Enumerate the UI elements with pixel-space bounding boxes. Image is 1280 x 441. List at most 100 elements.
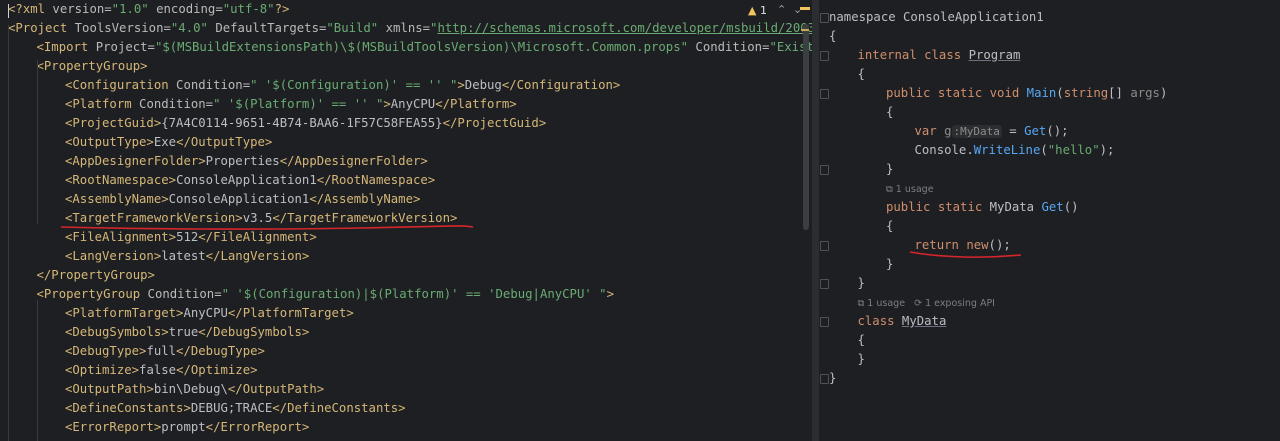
- code-token: >: [606, 287, 614, 301]
- fold-marker-icon[interactable]: [820, 374, 829, 384]
- code-token: Get: [1041, 200, 1064, 214]
- code-token: (): [1063, 200, 1079, 214]
- code-line[interactable]: <Platform Condition=" '$(Platform)' == '…: [65, 95, 517, 114]
- code-token: Condition=: [688, 40, 770, 54]
- right-editor-pane[interactable]: namespace ConsoleApplication1 { internal c…: [819, 0, 1280, 441]
- code-token: <DefineConstants>: [65, 401, 191, 415]
- code-token: <OutputPath>: [65, 382, 154, 396]
- code-line[interactable]: <?xml version="1.0" encoding="utf-8"?>: [8, 0, 289, 19]
- code-token: <Optimize>: [65, 363, 140, 377]
- code-line[interactable]: <RootNamespace>ConsoleApplication1</Root…: [65, 171, 435, 190]
- code-line[interactable]: <Import Project="$(MSBuildExtensionsPath…: [37, 38, 813, 57]
- code-token: }: [857, 352, 865, 366]
- inspection-widget[interactable]: ▲ 1: [748, 4, 767, 18]
- error-stripe-marker[interactable]: [801, 29, 809, 31]
- code-token: <ProjectGuid>: [65, 116, 162, 130]
- code-token: public static void: [886, 86, 1027, 100]
- code-token: </PlatformTarget>: [227, 306, 354, 320]
- code-line[interactable]: {: [886, 103, 893, 122]
- code-token: ();: [1046, 124, 1069, 138]
- code-token: >: [383, 97, 391, 111]
- code-token: Project=: [88, 40, 155, 54]
- fold-marker-icon[interactable]: [820, 51, 829, 61]
- code-token: "Build": [326, 21, 379, 35]
- code-line[interactable]: <AppDesignerFolder>Properties</AppDesign…: [65, 152, 428, 171]
- code-line[interactable]: <Configuration Condition=" '$(Configurat…: [65, 76, 620, 95]
- code-line[interactable]: }: [858, 350, 865, 369]
- code-line[interactable]: {: [858, 331, 865, 350]
- code-token: <AssemblyName>: [65, 192, 169, 206]
- code-line[interactable]: <ErrorReport>prompt</ErrorReport>: [65, 418, 309, 437]
- code-token: ): [1159, 86, 1168, 100]
- code-token: latest: [161, 249, 206, 263]
- code-line[interactable]: <PlatformTarget>AnyCPU</PlatformTarget>: [65, 304, 354, 323]
- code-line[interactable]: internal class Program: [858, 46, 1021, 65]
- fold-marker-icon[interactable]: [820, 241, 829, 251]
- code-line[interactable]: <LangVersion>latest</LangVersion>: [65, 247, 309, 266]
- code-line[interactable]: }: [858, 274, 865, 293]
- code-token: public: [886, 200, 931, 214]
- code-token: <?: [8, 2, 23, 16]
- code-token: Condition=: [131, 97, 214, 111]
- code-token: </OutputPath>: [227, 382, 325, 396]
- code-line[interactable]: Console.WriteLine("hello");: [915, 141, 1115, 160]
- code-line[interactable]: {: [858, 65, 865, 84]
- code-line[interactable]: <PropertyGroup Condition=" '$(Configurat…: [37, 285, 614, 304]
- code-token: =: [1001, 124, 1025, 138]
- indent-guide: [37, 300, 38, 441]
- code-token: <PropertyGroup: [36, 287, 141, 301]
- fold-marker-icon[interactable]: [820, 279, 829, 289]
- warning-stripe-marker[interactable]: [800, 7, 810, 10]
- code-token: string: [1063, 86, 1109, 100]
- code-line[interactable]: <Optimize>false</Optimize>: [65, 361, 258, 380]
- chevron-up-icon[interactable]: ⌃: [777, 3, 786, 16]
- code-line[interactable]: }: [886, 255, 893, 274]
- code-line[interactable]: </PropertyGroup>: [37, 266, 155, 285]
- code-line[interactable]: <OutputPath>bin\Debug\</OutputPath>: [65, 380, 324, 399]
- code-line[interactable]: <DebugSymbols>true</DebugSymbols>: [65, 323, 309, 342]
- code-line[interactable]: var g:MyData = Get();: [915, 122, 1069, 141]
- code-token: Properties: [205, 154, 280, 168]
- code-line[interactable]: namespace ConsoleApplication1: [829, 8, 1044, 27]
- fold-marker-icon[interactable]: [820, 317, 829, 327]
- left-editor-pane[interactable]: <?xml version="1.0" encoding="utf-8"?> <P…: [0, 0, 812, 441]
- code-line[interactable]: <DefineConstants>DEBUG;TRACE</DefineCons…: [65, 399, 406, 418]
- code-token: MyData: [901, 314, 947, 328]
- code-token: " '$(Configuration)|$(Platform)' == 'Deb…: [221, 287, 607, 301]
- code-line[interactable]: <AssemblyName>ConsoleApplication1</Assem…: [65, 190, 420, 209]
- code-token: <DebugSymbols>: [65, 325, 169, 339]
- code-line[interactable]: <ProjectGuid>{7A4C0114-9651-4B74-BAA6-1F…: [65, 114, 546, 133]
- code-token: full: [146, 344, 177, 358]
- code-token: (: [1040, 143, 1048, 157]
- code-token: <LangVersion>: [65, 249, 162, 263]
- fold-marker-icon[interactable]: [820, 13, 829, 23]
- editor-splitter[interactable]: [812, 0, 819, 441]
- code-line[interactable]: }: [829, 369, 836, 388]
- code-token: xml: [22, 2, 46, 16]
- code-line[interactable]: <OutputType>Exe</OutputType>: [65, 133, 272, 152]
- vertical-scrollbar[interactable]: [803, 24, 809, 230]
- code-token: false: [139, 363, 177, 377]
- code-line[interactable]: ⧉ 1 usage ⟳ 1 exposing API: [858, 293, 995, 312]
- fold-marker-icon[interactable]: [820, 165, 829, 175]
- code-line[interactable]: <DebugType>full</DebugType>: [65, 342, 265, 361]
- code-token: encoding=: [148, 2, 223, 16]
- code-line[interactable]: public static void Main(string[] args): [886, 84, 1167, 103]
- code-line[interactable]: <PropertyGroup>: [37, 57, 148, 76]
- code-token: :MyData: [951, 125, 1002, 138]
- code-token: Condition=: [168, 78, 251, 92]
- code-token: internal class: [857, 48, 969, 62]
- code-token: {: [829, 29, 837, 43]
- code-line[interactable]: <Project ToolsVersion="4.0" DefaultTarge…: [8, 19, 812, 38]
- fold-marker-icon[interactable]: [820, 89, 829, 99]
- code-token: "4.0": [170, 21, 208, 35]
- code-line[interactable]: {: [886, 217, 893, 236]
- code-token: </ProjectGuid>: [442, 116, 547, 130]
- code-line[interactable]: }: [886, 160, 893, 179]
- code-line[interactable]: {: [829, 27, 836, 46]
- code-line[interactable]: class MyData: [858, 312, 947, 331]
- code-line[interactable]: ⧉ 1 usage: [886, 179, 934, 198]
- code-line[interactable]: public static MyData Get(): [886, 198, 1079, 217]
- code-token: <PlatformTarget>: [65, 306, 184, 320]
- code-token: {: [857, 67, 865, 81]
